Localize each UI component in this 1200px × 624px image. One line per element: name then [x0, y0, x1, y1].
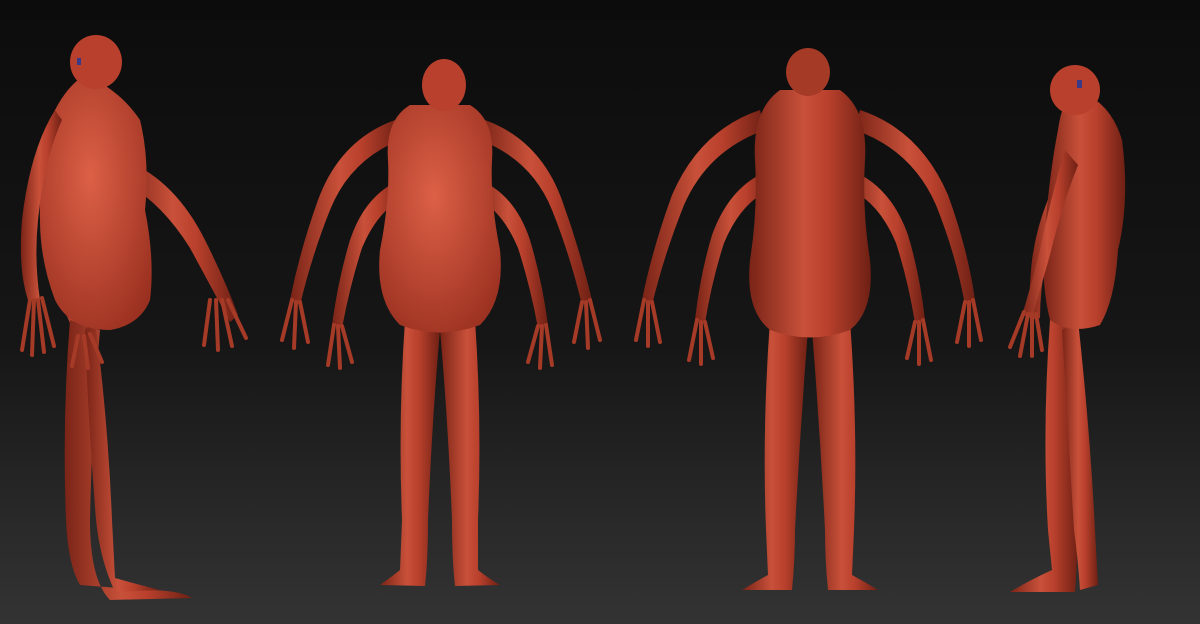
leg-left: [742, 320, 808, 590]
head: [1050, 65, 1100, 115]
figure-back: [634, 48, 983, 590]
head: [422, 59, 466, 111]
hand: [687, 318, 715, 366]
head: [786, 48, 830, 96]
hand: [955, 298, 983, 348]
leg-right: [440, 320, 500, 586]
hand: [1008, 310, 1044, 358]
torso: [379, 105, 501, 333]
render-viewport: [0, 0, 1200, 624]
figure-front: [280, 59, 602, 586]
hand: [280, 298, 310, 350]
hand: [634, 298, 662, 348]
hand: [526, 323, 554, 370]
hand: [326, 323, 354, 370]
scene-canvas: [20, 35, 1126, 600]
torso: [749, 90, 871, 338]
hand: [572, 298, 602, 350]
hand: [905, 318, 933, 366]
leg-left: [380, 320, 440, 586]
figure-side-right: [1008, 65, 1126, 592]
figure-side-left: [20, 35, 248, 600]
eye-marker: [1077, 80, 1082, 88]
leg-right: [812, 320, 878, 590]
